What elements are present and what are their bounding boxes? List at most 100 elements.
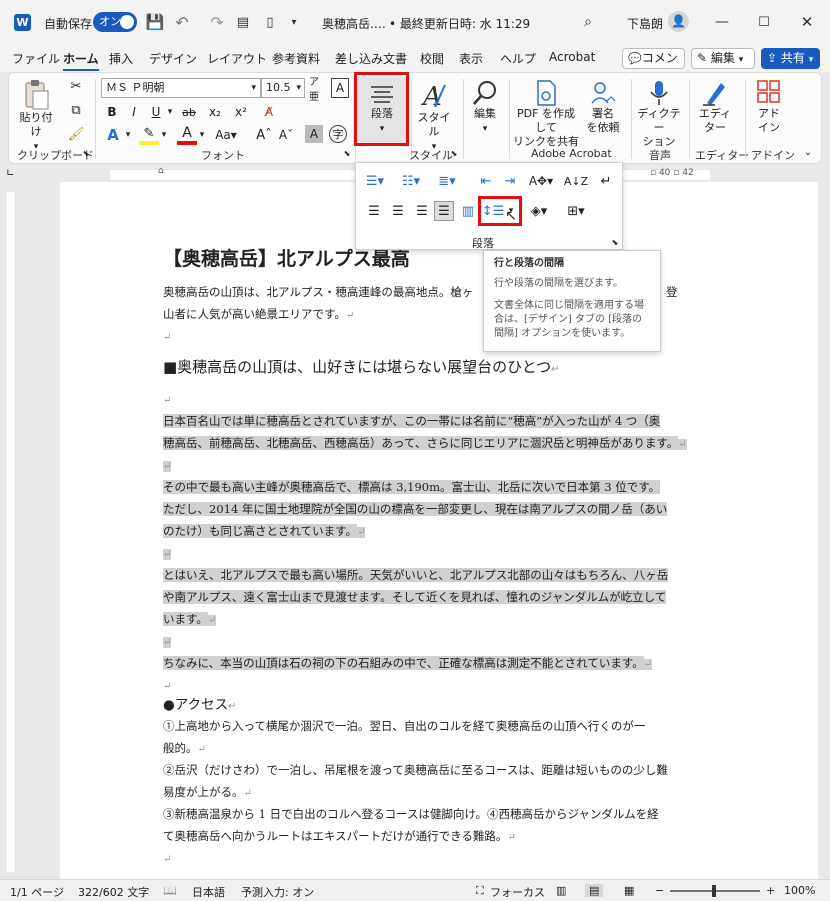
bullets-icon[interactable]: ☰▾ bbox=[364, 171, 386, 191]
close-icon[interactable]: ✕ bbox=[795, 12, 819, 32]
new-doc-icon[interactable]: ▯ bbox=[260, 12, 280, 32]
text-effects-icon[interactable]: A bbox=[103, 125, 123, 145]
comment-button[interactable]: 💬コメント bbox=[622, 48, 685, 84]
autosave-toggle[interactable]: オン bbox=[93, 12, 137, 32]
page-count[interactable]: 1/1 ページ bbox=[10, 884, 64, 900]
tab-selector-icon[interactable]: ∟ bbox=[6, 168, 14, 179]
para-1-line-1[interactable]: 日本百名山では単に穂高岳とされていますが、この一帯には名前に“穂高”が入った山が… bbox=[163, 410, 683, 432]
tab-help[interactable]: ヘルプ bbox=[500, 50, 536, 67]
font-color-icon[interactable]: A bbox=[177, 125, 197, 145]
heading-summit[interactable]: ■奥穂高岳の山頂は、山好きには堪らない展望台のひとつ↵ bbox=[163, 354, 683, 383]
create-pdf-button[interactable]: PDF を作成して リンクを共有 bbox=[513, 79, 579, 149]
access-1-line-1[interactable]: ①上高地から入って横尾か涸沢で一泊。翌日、自出のコルを経て奥穂高岳の山頂へ行くの… bbox=[163, 715, 683, 737]
increase-indent-icon[interactable]: ⇥ bbox=[500, 171, 520, 191]
minimize-icon[interactable]: — bbox=[710, 12, 734, 32]
copy-icon[interactable]: ⧉ bbox=[67, 101, 85, 119]
tab-layout[interactable]: レイアウト bbox=[207, 50, 267, 67]
redo-icon[interactable]: ↷ bbox=[207, 12, 227, 32]
read-mode-icon[interactable]: ▥ bbox=[556, 884, 566, 897]
styles-button[interactable]: A スタイル ▾ bbox=[413, 79, 455, 154]
quick-print-icon[interactable]: ▤ bbox=[233, 12, 253, 32]
char-border-icon[interactable]: A bbox=[331, 78, 349, 98]
text-effects-dropdown-icon[interactable]: ▾ bbox=[123, 125, 133, 145]
para-3-line-2[interactable]: や南アルプス、遠く富士山まで見渡せます。そして近くを見れば、憧れのジャンダルムが… bbox=[163, 586, 683, 608]
paste-button[interactable]: 貼り付け ▾ bbox=[15, 79, 57, 154]
para-3-line-3[interactable]: います。↵ bbox=[163, 608, 683, 632]
tab-design[interactable]: デザイン bbox=[149, 50, 197, 67]
borders-icon[interactable]: ⊞▾ bbox=[562, 201, 590, 221]
collapse-ribbon-icon[interactable]: ⌄ bbox=[801, 145, 815, 159]
customize-qat-icon[interactable]: ▾ bbox=[286, 12, 302, 32]
cut-icon[interactable]: ✂ bbox=[67, 77, 85, 95]
tab-home[interactable]: ホーム bbox=[63, 50, 99, 71]
access-1-line-2[interactable]: 般的。↵ bbox=[163, 737, 683, 761]
request-signature-button[interactable]: 署名 を依頼 bbox=[583, 79, 623, 135]
focus-mode[interactable]: フォーカス bbox=[490, 884, 545, 900]
align-left-icon[interactable]: ☰ bbox=[364, 201, 384, 221]
para-3-line-1[interactable]: とはいえ、北アルプスで最も高い場所。天気がいいと、北アルプス北部の山々はもちろん… bbox=[163, 564, 683, 586]
italic-icon[interactable]: I bbox=[125, 103, 143, 121]
zoom-out-icon[interactable]: − bbox=[655, 884, 664, 897]
indent-marker[interactable]: ⌂ bbox=[158, 166, 164, 176]
highlight-icon[interactable]: ✎ bbox=[139, 125, 159, 145]
para-1-line-2[interactable]: 穂高岳、前穂高岳、北穂高岳、西穂高岳）あって、さらに同じエリアに涸沢岳と明神岳が… bbox=[163, 432, 687, 456]
char-shading-icon[interactable]: A bbox=[305, 125, 323, 143]
proofing-icon[interactable]: 📖 bbox=[163, 884, 177, 897]
para-2-line-2[interactable]: ただし、2014 年に国土地理院が全国の山の標高を一部変更し、現在は南アルプスの… bbox=[163, 498, 683, 520]
phonetic-guide-icon[interactable]: ア亜 bbox=[309, 77, 327, 103]
tab-review[interactable]: 校閲 bbox=[420, 50, 444, 67]
web-layout-icon[interactable]: ▦ bbox=[624, 884, 634, 897]
tab-file[interactable]: ファイル bbox=[12, 50, 60, 67]
zoom-slider[interactable] bbox=[670, 885, 760, 897]
clipboard-launcher-icon[interactable]: ⬊ bbox=[81, 148, 91, 158]
access-2-line-2[interactable]: 易度が上がる。↵ bbox=[163, 781, 683, 805]
zoom-slider-thumb[interactable] bbox=[712, 885, 716, 897]
tab-mailings[interactable]: 差し込み文書 bbox=[335, 50, 407, 67]
shading-icon[interactable]: ◈▾ bbox=[526, 201, 552, 221]
superscript-icon[interactable]: x² bbox=[231, 103, 251, 121]
format-painter-icon[interactable]: 🖌 bbox=[67, 125, 85, 143]
font-name-select[interactable]: ＭＳ Ｐ明朝 ▾ bbox=[101, 78, 261, 98]
save-icon[interactable]: 💾 bbox=[145, 12, 165, 32]
decrease-indent-icon[interactable]: ⇤ bbox=[476, 171, 496, 191]
user-name[interactable]: 下島朗 bbox=[627, 15, 663, 32]
para-2-line-1[interactable]: その中で最も高い主峰が奥穂高岳で、標高は 3,190m。富士山、北岳に次いで日本… bbox=[163, 476, 683, 498]
font-color-dropdown-icon[interactable]: ▾ bbox=[197, 125, 207, 145]
para-2-line-3[interactable]: のたけ）も同じ高さとされています。↵ bbox=[163, 520, 683, 544]
change-case-icon[interactable]: Aa▾ bbox=[213, 125, 239, 145]
justify-icon[interactable]: ☰ bbox=[434, 201, 454, 221]
tab-references[interactable]: 参考資料 bbox=[272, 50, 320, 67]
vertical-ruler[interactable] bbox=[4, 182, 18, 882]
share-button[interactable]: ⇪ 共有 ▾ bbox=[761, 48, 820, 69]
sort-icon[interactable]: A↓Z bbox=[564, 171, 588, 191]
access-2-line-1[interactable]: ②岳沢（だけさわ）で一泊し、吊尾根を渡って奥穂高岳に至るコースは、距離は短いもの… bbox=[163, 759, 683, 781]
underline-dropdown-icon[interactable]: ▾ bbox=[165, 103, 175, 121]
tab-acrobat[interactable]: Acrobat bbox=[549, 50, 595, 64]
grow-font-icon[interactable]: Aˆ bbox=[255, 125, 273, 145]
underline-icon[interactable]: U bbox=[147, 103, 165, 121]
language[interactable]: 日本語 bbox=[192, 884, 225, 900]
dictate-button[interactable]: ディクテー ション bbox=[635, 79, 683, 149]
strikethrough-icon[interactable]: ab bbox=[179, 103, 199, 121]
multilevel-list-icon[interactable]: ≣▾ bbox=[436, 171, 458, 191]
addins-button[interactable]: アド イン bbox=[749, 79, 789, 135]
tab-insert[interactable]: 挿入 bbox=[109, 50, 133, 67]
document-title[interactable]: 奥穂高岳.… bbox=[322, 15, 386, 32]
text-predictions[interactable]: 予測入力: オン bbox=[241, 884, 314, 900]
align-right-icon[interactable]: ☰ bbox=[412, 201, 432, 221]
highlight-dropdown-icon[interactable]: ▾ bbox=[159, 125, 169, 145]
zoom-level[interactable]: 100% bbox=[784, 884, 815, 897]
focus-icon[interactable]: ⛶ bbox=[476, 884, 484, 898]
paragraph-launcher-icon[interactable]: ⬊ bbox=[610, 237, 620, 247]
access-3-line-2[interactable]: て奥穂高岳へ向かうルートはエキスパートだけが通行できる難路。↵ bbox=[163, 825, 683, 849]
align-center-icon[interactable]: ☰ bbox=[388, 201, 408, 221]
subscript-icon[interactable]: x₂ bbox=[205, 103, 225, 121]
show-marks-icon[interactable]: ↵ bbox=[596, 171, 616, 191]
access-3-line-1[interactable]: ③新穂高温泉から 1 日で白出のコルへ登るコースは健脚向け。④西穂高岳からジャン… bbox=[163, 803, 683, 825]
editing-button[interactable]: 編集 ▾ bbox=[465, 79, 505, 136]
clear-format-icon[interactable]: A̸ bbox=[259, 103, 279, 121]
print-layout-icon[interactable]: ▤ bbox=[585, 884, 604, 897]
enclosed-char-icon[interactable]: 字 bbox=[329, 125, 347, 143]
distributed-icon[interactable]: ▥ bbox=[458, 201, 478, 221]
editor-button[interactable]: エディ ター bbox=[693, 79, 737, 135]
